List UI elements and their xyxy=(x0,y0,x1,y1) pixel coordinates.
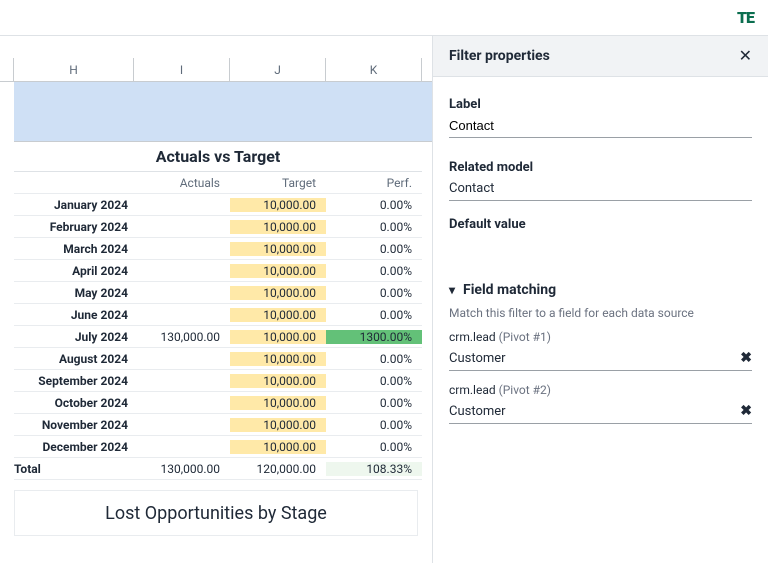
cell-perf: 0.00% xyxy=(326,440,422,454)
cell-perf: 0.00% xyxy=(326,308,422,322)
cell-month: September 2024 xyxy=(14,374,134,388)
cell-month: November 2024 xyxy=(14,418,134,432)
topbar: TE xyxy=(0,0,768,36)
cell-target: 10,000.00 xyxy=(230,308,326,322)
panel-header: Filter properties ✕ xyxy=(433,36,768,77)
cell-target: 10,000.00 xyxy=(230,352,326,366)
chevron-down-icon: ▾ xyxy=(449,283,455,297)
cell-month: July 2024 xyxy=(14,330,134,344)
cell-perf: 0.00% xyxy=(326,220,422,234)
field-matching-title: Field matching xyxy=(463,282,556,298)
chart-card[interactable]: Lost Opportunities by Stage xyxy=(14,490,418,536)
hdr-actuals: Actuals xyxy=(134,176,230,190)
label-field-label: Label xyxy=(449,97,752,112)
cell-month: March 2024 xyxy=(14,242,134,256)
remove-icon[interactable]: ✖ xyxy=(740,403,752,419)
hdr-target: Target xyxy=(230,176,326,190)
cell-perf: 0.00% xyxy=(326,374,422,388)
cell-target: 10,000.00 xyxy=(230,418,326,432)
total-row[interactable]: Total 130,000.00 120,000.00 108.33% xyxy=(14,458,422,480)
column-headers: H I J K xyxy=(0,58,432,82)
table-row[interactable]: December 2024 10,000.000.00% xyxy=(14,436,422,458)
match-value: Customer xyxy=(449,404,506,419)
total-perf: 108.33% xyxy=(326,462,422,476)
cell-target: 10,000.00 xyxy=(230,198,326,212)
filter-properties-panel: Filter properties ✕ Label Related model … xyxy=(432,36,768,563)
cell-target: 10,000.00 xyxy=(230,220,326,234)
table-row[interactable]: May 2024 10,000.000.00% xyxy=(14,282,422,304)
cell-perf: 1300.00% xyxy=(326,330,422,344)
cell-target: 10,000.00 xyxy=(230,264,326,278)
table-row[interactable]: August 2024 10,000.000.00% xyxy=(14,348,422,370)
col-header-H[interactable]: H xyxy=(14,58,134,81)
hdr-perf: Perf. xyxy=(326,176,422,190)
match-row[interactable]: Customer ✖ xyxy=(449,346,752,371)
table-row[interactable]: November 2024 10,000.000.00% xyxy=(14,414,422,436)
gutter xyxy=(0,58,14,81)
cell-month: January 2024 xyxy=(14,198,134,212)
cell-perf: 0.00% xyxy=(326,198,422,212)
panel-title: Filter properties xyxy=(449,48,550,64)
table-row[interactable]: February 2024 10,000.000.00% xyxy=(14,216,422,238)
field-match-item: crm.lead (Pivot #1) Customer ✖ xyxy=(449,330,752,371)
related-model-label: Related model xyxy=(449,160,752,175)
panel-body: Label Related model Contact Default valu… xyxy=(433,77,768,563)
data-grid: Actuals Target Perf. January 2024 10,000.… xyxy=(14,172,422,480)
field-matching-hint: Match this filter to a field for each da… xyxy=(449,306,752,320)
cell-month: May 2024 xyxy=(14,286,134,300)
cell-perf: 0.00% xyxy=(326,352,422,366)
cell-target: 10,000.00 xyxy=(230,374,326,388)
default-value-label: Default value xyxy=(449,217,752,232)
selection-band[interactable] xyxy=(14,82,432,142)
label-input[interactable] xyxy=(449,112,752,138)
total-label: Total xyxy=(14,462,134,476)
table-row[interactable]: September 2024 10,000.000.00% xyxy=(14,370,422,392)
cell-target: 10,000.00 xyxy=(230,330,326,344)
cell-target: 10,000.00 xyxy=(230,286,326,300)
cell-month: December 2024 xyxy=(14,440,134,454)
cell-month: April 2024 xyxy=(14,264,134,278)
cell-target: 10,000.00 xyxy=(230,242,326,256)
field-match-item: crm.lead (Pivot #2) Customer ✖ xyxy=(449,383,752,424)
cell-month: June 2024 xyxy=(14,308,134,322)
col-header-K[interactable]: K xyxy=(326,58,422,81)
cell-month: February 2024 xyxy=(14,220,134,234)
cell-perf: 0.00% xyxy=(326,286,422,300)
cell-target: 10,000.00 xyxy=(230,396,326,410)
match-source: crm.lead (Pivot #1) xyxy=(449,330,752,344)
table-title[interactable]: Actuals vs Target xyxy=(14,142,422,172)
table-row[interactable]: April 2024 10,000.000.00% xyxy=(14,260,422,282)
total-actuals: 130,000.00 xyxy=(134,462,230,476)
table-row[interactable]: June 2024 10,000.000.00% xyxy=(14,304,422,326)
close-icon[interactable]: ✕ xyxy=(739,48,752,64)
remove-icon[interactable]: ✖ xyxy=(740,350,752,366)
table-row[interactable]: October 2024 10,000.000.00% xyxy=(14,392,422,414)
brand-logo: TE xyxy=(737,8,754,27)
main: H I J K Actuals vs Target Actuals Target… xyxy=(0,36,768,563)
table-row[interactable]: March 2024 10,000.000.00% xyxy=(14,238,422,260)
grid-header-row: Actuals Target Perf. xyxy=(14,172,422,194)
col-header-J[interactable]: J xyxy=(230,58,326,81)
cell-perf: 0.00% xyxy=(326,418,422,432)
match-source: crm.lead (Pivot #2) xyxy=(449,383,752,397)
cell-perf: 0.00% xyxy=(326,264,422,278)
cell-target: 10,000.00 xyxy=(230,440,326,454)
total-target: 120,000.00 xyxy=(230,462,326,476)
cell-month: October 2024 xyxy=(14,396,134,410)
match-row[interactable]: Customer ✖ xyxy=(449,399,752,424)
field-matching-toggle[interactable]: ▾ Field matching xyxy=(449,282,752,298)
cell-month: August 2024 xyxy=(14,352,134,366)
table-row[interactable]: January 2024 10,000.000.00% xyxy=(14,194,422,216)
col-header-I[interactable]: I xyxy=(134,58,230,81)
spreadsheet-area[interactable]: H I J K Actuals vs Target Actuals Target… xyxy=(0,36,432,563)
table-row[interactable]: July 2024130,000.0010,000.001300.00% xyxy=(14,326,422,348)
cell-perf: 0.00% xyxy=(326,396,422,410)
cell-actuals: 130,000.00 xyxy=(134,330,230,344)
related-model-value[interactable]: Contact xyxy=(449,175,752,201)
cell-perf: 0.00% xyxy=(326,242,422,256)
chart-title: Lost Opportunities by Stage xyxy=(105,503,327,524)
match-value: Customer xyxy=(449,351,506,366)
